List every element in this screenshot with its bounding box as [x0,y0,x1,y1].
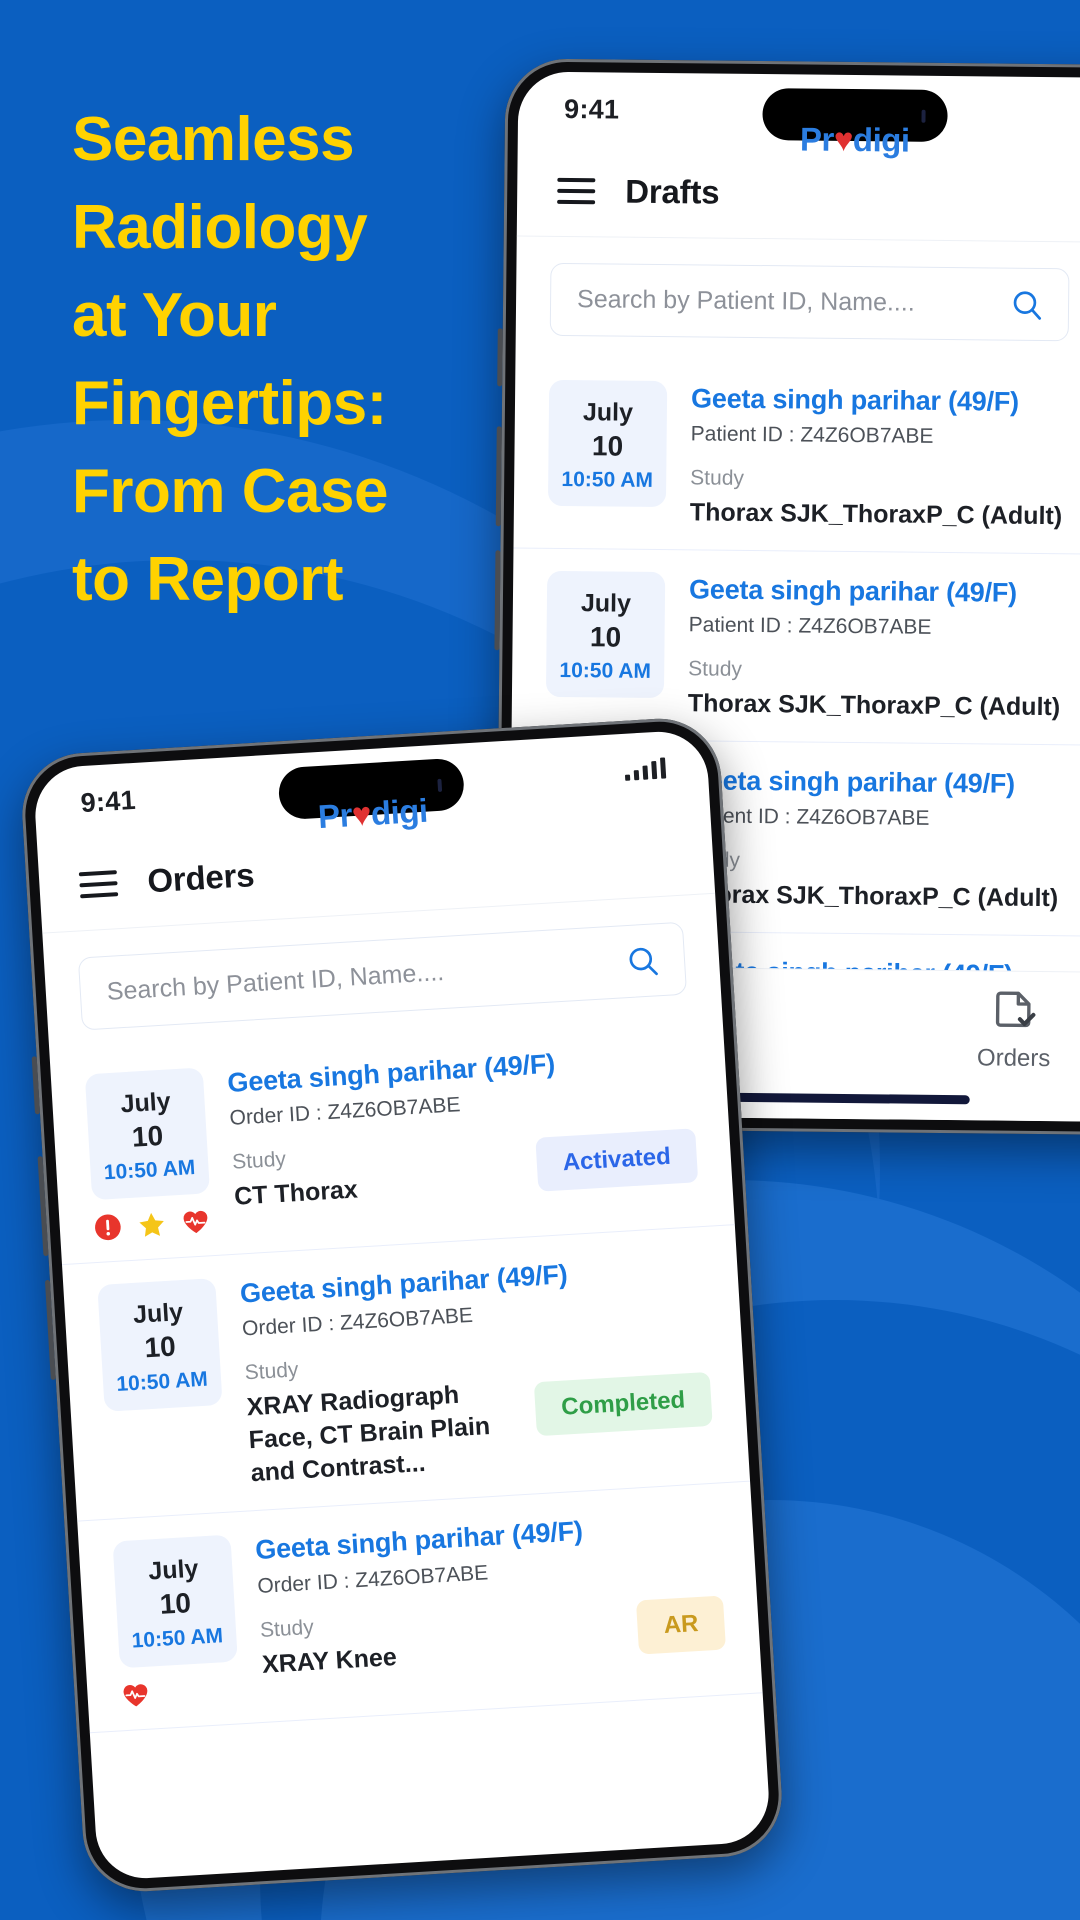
status-badge[interactable]: AR [636,1595,726,1655]
headline-line-5: From Case [72,457,388,527]
patient-name[interactable]: Geeta singh parihar (49/F) [689,572,1080,612]
row-date-box: July 10 10:50 AM [545,570,666,699]
study-value: CT Thorax [233,1175,359,1211]
heart-pulse-icon [183,1211,208,1234]
status-badge[interactable]: Activated [535,1127,699,1192]
study-value: Thorax SJK_ThoraxP_C (Adult) [687,689,1061,722]
row-flags [93,1208,212,1243]
phone-volume-up-button[interactable] [495,426,502,527]
row-date-box: July 10 10:50 AM [547,379,668,508]
logo-prefix: Pr [799,120,835,158]
table-row[interactable]: July1010:50 AMGeeta singh parihar (49/F)… [77,1482,763,1734]
search-input-2[interactable]: Search by Patient ID, Name.... [77,921,688,1031]
logo-suffix-2: digi [369,791,429,832]
logo-suffix: digi [852,121,910,159]
table-row[interactable]: July 10 10:50 AM Geeta singh parihar (49/F)… [513,357,1080,556]
row-date-box: July1010:50 AM [112,1535,238,1669]
row-month: July [580,589,632,618]
row-day: 10 [589,621,622,653]
row-date-box: July1010:50 AM [97,1278,223,1412]
heart-icon-2: ♥ [350,795,373,834]
row-day: 10 [158,1587,192,1621]
row-time: 10:50 AM [561,468,654,493]
record-id: Patient ID : Z4Z6OB7ABE [686,804,930,831]
page-title-2: Orders [146,856,256,900]
study-value: Thorax SJK_ThoraxP_C (Adult) [689,498,1063,531]
orders-list: July 10 10:50 AM Geeta singh parihar (49/F)… [49,1014,763,1734]
document-check-icon [995,991,1035,1028]
status-badge[interactable]: Completed [533,1371,713,1437]
study-value: Thorax SJK_ThoraxP_C (Adult) [685,880,1059,913]
orders-screen: 9:41 Pr♥digi Orders Search by Patient ID… [32,728,772,1882]
row-day: 10 [591,430,624,462]
headline-line-4: Fingertips: [72,369,387,439]
study-label: Study [231,1147,287,1174]
page-title: Drafts [625,172,720,211]
study-value: XRAY Radiograph Face, CT Brain Plain and… [245,1381,491,1488]
record-id: Patient ID : Z4Z6OB7ABE [688,613,932,640]
hamburger-menu-icon[interactable] [557,177,596,205]
search-icon-2 [629,947,658,975]
row-time: 10:50 AM [103,1156,196,1185]
tab-orders[interactable]: Orders [845,988,1080,1075]
drafts-app-bar: Drafts [516,157,1080,244]
study-value: XRAY Knee [261,1642,398,1679]
row-date-box: July1010:50 AM [84,1067,211,1201]
marketing-headline: Seamless Radiology at Your Fingertips: F… [72,96,502,624]
search-input[interactable]: Search by Patient ID, Name.... [549,262,1070,342]
phone-mockup-orders: 9:41 Pr♥digi Orders Search by Patient ID… [18,715,786,1895]
patient-name[interactable]: Geeta singh parihar (49/F) [691,381,1080,421]
app-logo: Pr♥digi [518,117,1080,164]
record-id: Patient ID : Z4Z6OB7ABE [690,422,934,448]
patient-name[interactable]: Geeta singh parihar (49/F) [687,763,1080,803]
search-icon [1013,290,1042,320]
phone-mute-switch[interactable] [497,328,503,387]
home-indicator [719,1092,970,1105]
headline-line-2: Radiology [72,193,368,263]
row-time: 10:50 AM [131,1624,224,1653]
heart-pulse-icon [123,1684,148,1707]
headline-line-6: to Report [72,545,344,615]
table-row[interactable]: July1010:50 AMGeeta singh parihar (49/F)… [62,1225,751,1523]
row-time: 10:50 AM [559,659,652,684]
study-label: Study [690,466,745,490]
row-day: 10 [131,1119,165,1153]
tab-orders-label: Orders [976,1044,1051,1073]
row-day: 10 [143,1330,177,1364]
star-icon [139,1213,164,1238]
search-placeholder-2: Search by Patient ID, Name.... [106,957,445,1006]
study-label: Study [259,1615,315,1642]
study-label: Study [686,849,1059,877]
logo-prefix-2: Pr [316,796,353,836]
headline-line-1: Seamless [72,105,355,174]
table-row[interactable]: July 10 10:50 AM Geeta singh parihar (49/F)… [511,548,1080,747]
heart-icon: ♥ [833,120,854,159]
row-flags [121,1675,240,1710]
row-month: July [582,398,634,427]
hamburger-menu-icon-2[interactable] [78,870,119,899]
row-time: 10:50 AM [115,1367,209,1396]
headline-line-3: at Your [72,281,277,351]
study-label: Study [688,657,743,682]
search-placeholder: Search by Patient ID, Name.... [576,285,915,317]
table-row[interactable]: July1010:50 AMGeeta singh parihar (49/F)… [49,1014,735,1266]
drafts-search-row: Search by Patient ID, Name.... [515,236,1080,364]
phone-volume-down-button[interactable] [494,550,501,651]
alert-circle-icon [95,1214,121,1241]
